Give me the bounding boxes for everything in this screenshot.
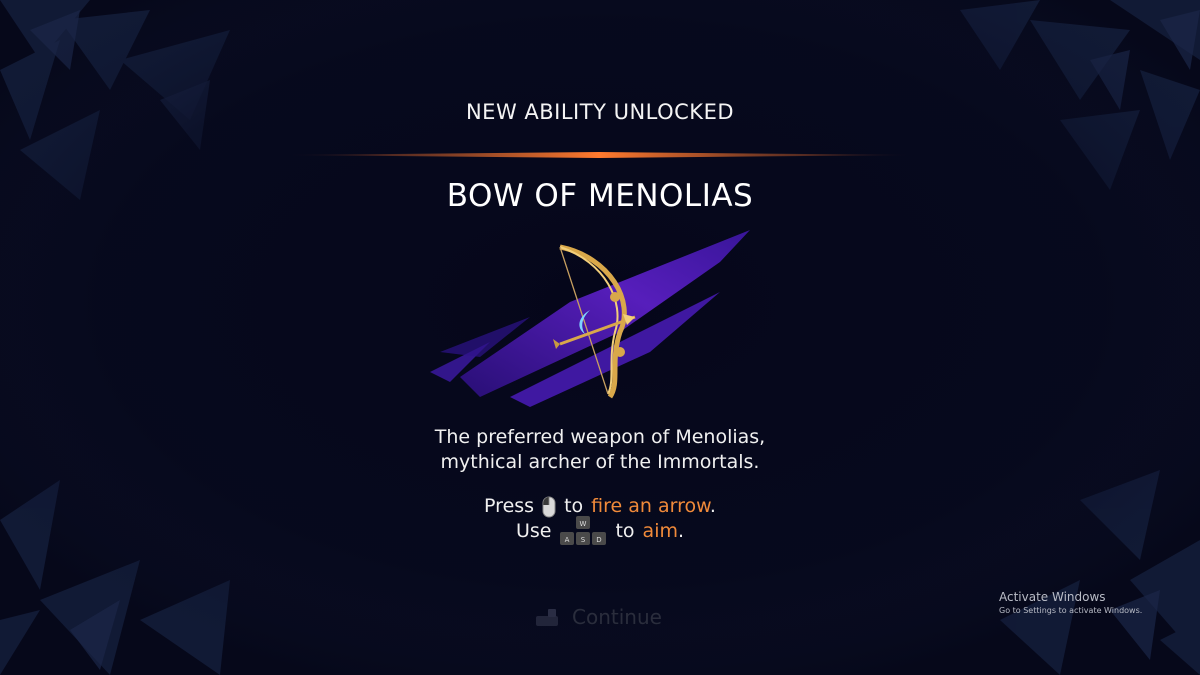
aim-hint-action: aim [642, 520, 678, 542]
ability-title: BOW OF MENOLIAS [446, 178, 754, 214]
watermark-subtitle: Go to Settings to activate Windows. [999, 606, 1143, 615]
wasd-keys-icon: W A S D [560, 515, 607, 545]
control-hints: Press to fire an arrow. Use W A S D to a… [0, 494, 1200, 545]
continue-button[interactable]: Continue [534, 603, 662, 631]
description-line: mythical archer of the Immortals. [440, 451, 760, 473]
aim-hint: Use W A S D to aim. [0, 515, 1200, 545]
bow-icon [430, 230, 750, 407]
ability-unlocked-header: NEW ABILITY UNLOCKED [465, 100, 735, 124]
key-w: W [580, 520, 587, 528]
aim-hint-prefix: Use [515, 520, 552, 542]
header-divider [287, 152, 911, 158]
fire-hint-suffix: . [709, 495, 716, 517]
key-d: D [597, 536, 602, 544]
gamepad-button-icon [536, 609, 558, 626]
aim-hint-suffix: . [677, 520, 685, 542]
key-s: S [581, 536, 586, 544]
fire-hint-prefix: Press [484, 495, 535, 517]
continue-label: Continue [572, 605, 662, 629]
ability-description: The preferred weapon of Menolias, mythic… [0, 425, 1200, 475]
mouse-left-click-icon [542, 496, 556, 517]
key-a: A [565, 536, 570, 544]
fire-hint-action: fire an arrow [591, 495, 710, 517]
aim-hint-connector: to [615, 520, 635, 542]
watermark-title: Activate Windows [999, 590, 1106, 604]
activate-windows-watermark: Activate Windows Go to Settings to activ… [999, 590, 1142, 617]
description-line: The preferred weapon of Menolias, [434, 426, 766, 448]
